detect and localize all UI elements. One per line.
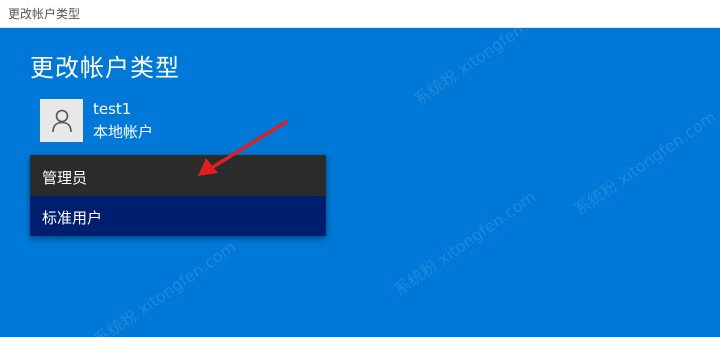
option-standard-user[interactable]: 标准用户 [30,196,326,236]
account-type: 本地帐户 [93,123,154,141]
option-label: 标准用户 [42,209,103,227]
window-title: 更改帐户类型 [8,7,81,21]
page-title: 更改帐户类型 [30,54,180,82]
watermark: 系统粉 xitongfen.com [390,187,540,300]
watermark: 系统粉 xitongfen.com [570,107,720,220]
option-label: 管理员 [42,169,88,187]
avatar [40,99,83,142]
annotation-arrow [198,120,288,176]
title-bar: 更改帐户类型 [0,0,720,28]
person-icon [51,109,72,132]
account-name: test1 [93,100,132,118]
change-account-type-window: 更改帐户类型 更改帐户类型 test1 本地帐户 管理员 标准用户 系统粉 xi… [0,0,720,337]
watermark: 系统粉 xitongfen.com [90,237,240,337]
